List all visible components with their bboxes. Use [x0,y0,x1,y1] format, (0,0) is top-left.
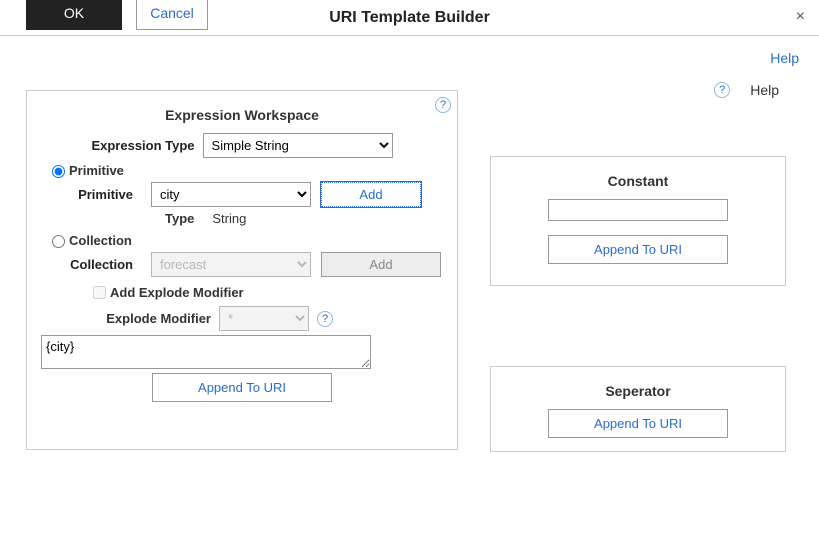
primitive-radio-label: Primitive [69,163,124,178]
help-icon[interactable]: ? [714,82,730,98]
add-explode-checkbox [93,286,106,299]
primitive-radio[interactable] [52,165,65,178]
close-icon[interactable]: × [796,8,805,26]
separator-panel: Seperator Append To URI [490,366,786,452]
help-row: ? Help [714,82,779,98]
help-link[interactable]: Help [770,50,799,66]
workspace-help-icon[interactable]: ? [435,97,451,113]
type-key-label: Type [165,211,194,226]
explode-modifier-label: Explode Modifier [91,311,211,326]
expression-type-label: Expression Type [91,138,194,153]
constant-input[interactable] [548,199,728,221]
workspace-append-button[interactable]: Append To URI [152,373,332,402]
ok-button[interactable]: OK [26,0,122,30]
help-label: Help [750,82,779,98]
workspace-title: Expression Workspace [41,107,443,123]
collection-add-button: Add [321,252,441,277]
collection-select: forecast [151,252,311,277]
cancel-button[interactable]: Cancel [136,0,208,30]
dialog-body: Help ? Help ? Expression Workspace Expre… [0,36,819,42]
add-explode-label: Add Explode Modifier [110,285,244,300]
constant-title: Constant [505,173,771,189]
expression-type-select[interactable]: Simple String [203,133,393,158]
footer: URI Template Validate OK Cancel [26,0,796,30]
expression-workspace-panel: ? Expression Workspace Expression Type S… [26,90,458,450]
collection-radio[interactable] [52,235,65,248]
type-value: String [212,211,246,226]
primitive-select[interactable]: city [151,182,311,207]
separator-append-button[interactable]: Append To URI [548,409,728,438]
expression-textarea[interactable] [41,335,371,369]
separator-title: Seperator [505,383,771,399]
constant-panel: Constant Append To URI [490,156,786,286]
constant-append-button[interactable]: Append To URI [548,235,728,264]
collection-radio-label: Collection [69,233,132,248]
primitive-add-button[interactable]: Add [321,182,421,207]
explode-modifier-select: * [219,306,309,331]
primitive-label: Primitive [41,187,141,202]
explode-help-icon[interactable]: ? [317,311,333,327]
collection-label: Collection [41,257,141,272]
